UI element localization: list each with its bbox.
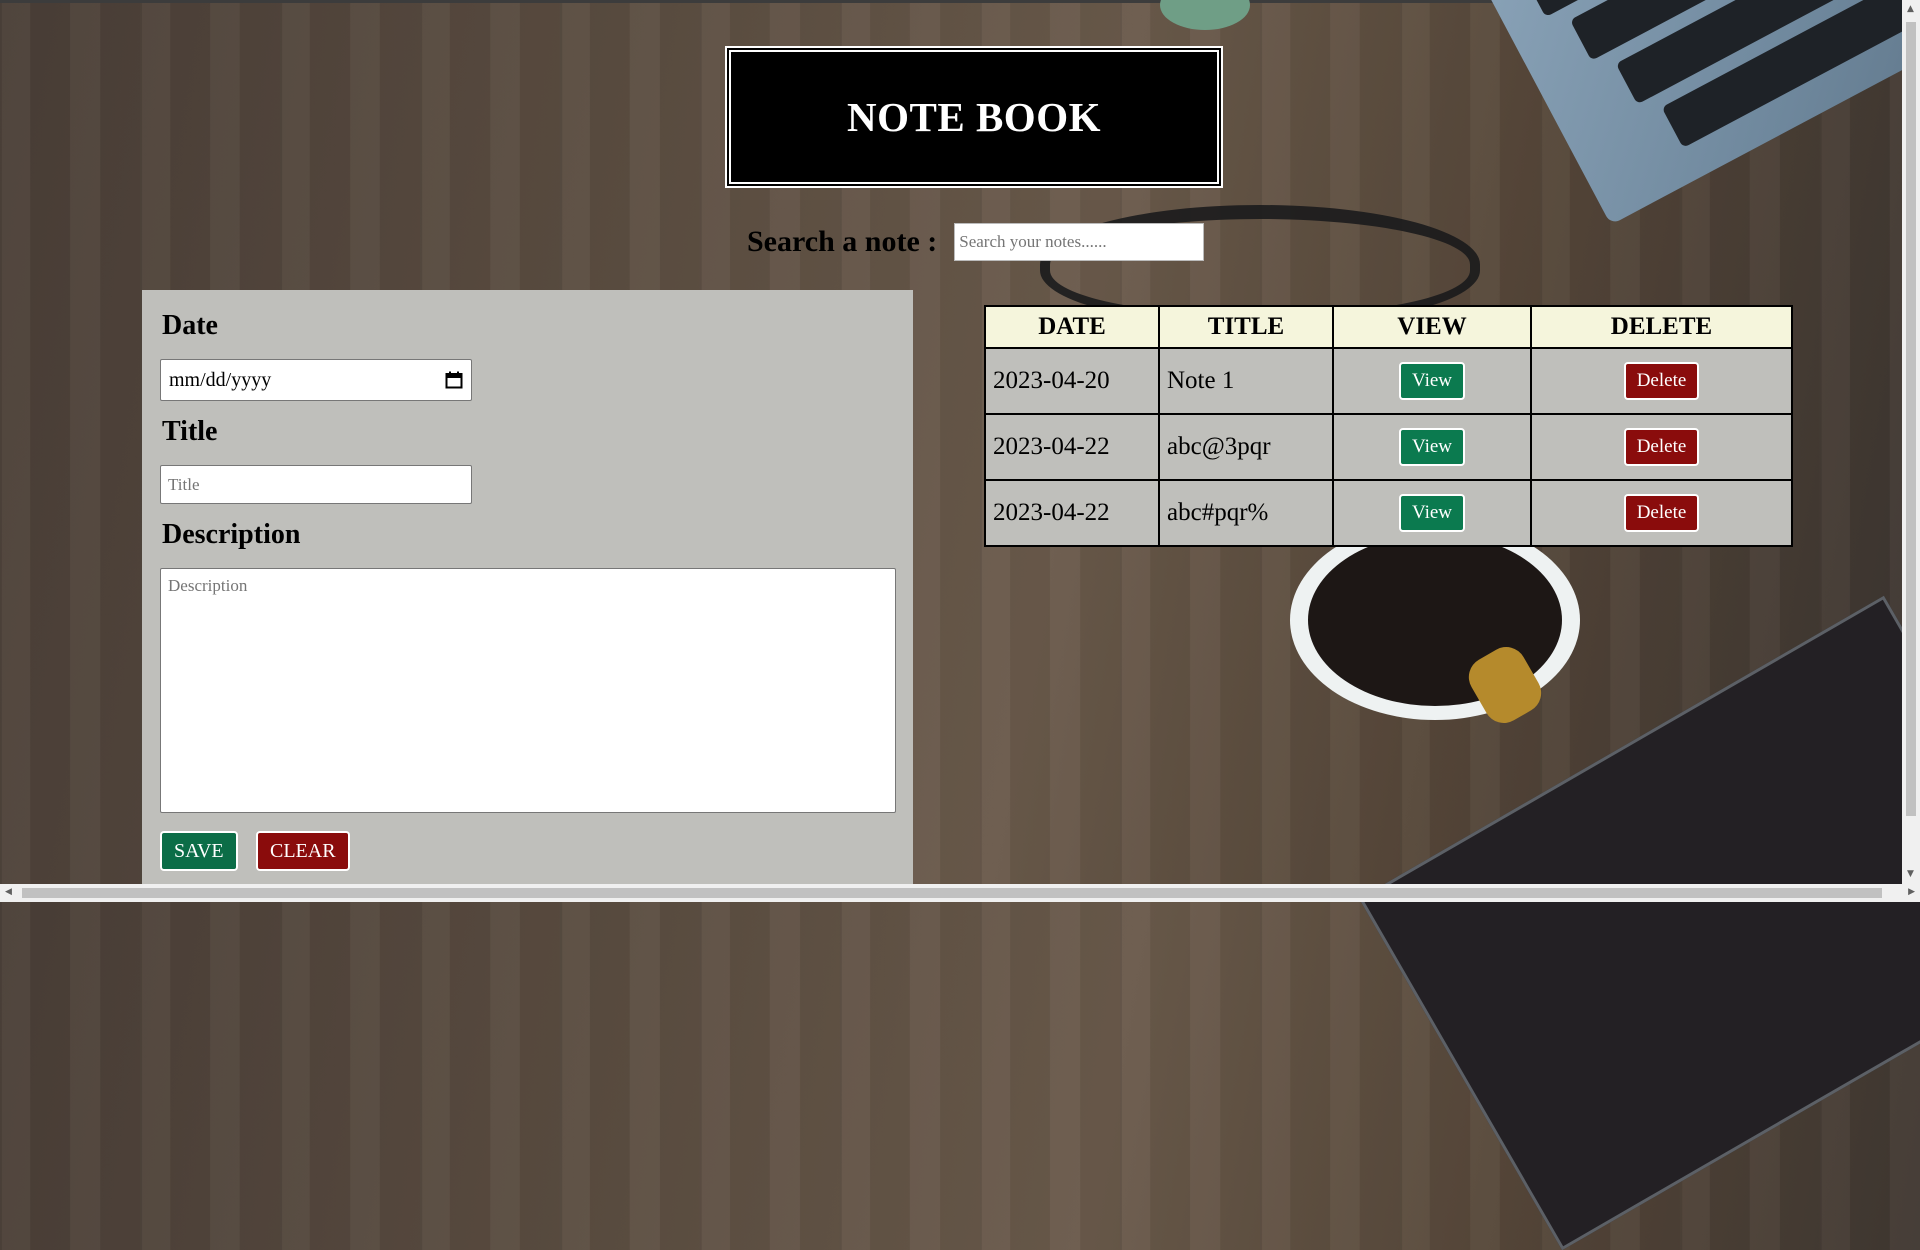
view-button[interactable]: View [1398, 428, 1465, 466]
notes-table: DATE TITLE VIEW DELETE 2023-04-20 Note 1… [984, 305, 1793, 547]
table-row: 2023-04-22 abc@3pqr View Delete [984, 413, 1793, 481]
column-header-view: VIEW [1332, 305, 1532, 349]
column-header-delete: DELETE [1530, 305, 1793, 349]
table-header-row: DATE TITLE VIEW DELETE [984, 305, 1793, 349]
column-header-title: TITLE [1158, 305, 1334, 349]
note-date: 2023-04-22 [984, 479, 1160, 547]
view-button[interactable]: View [1398, 494, 1465, 532]
search-label: Search a note : [747, 225, 938, 258]
search-bar: Search a note : [747, 223, 1205, 261]
delete-button[interactable]: Delete [1623, 362, 1700, 400]
table-row: 2023-04-22 abc#pqr% View Delete [984, 479, 1793, 547]
plant-decoration [1160, 0, 1250, 30]
search-input[interactable] [954, 223, 1205, 261]
save-button[interactable]: SAVE [160, 831, 238, 871]
delete-cell: Delete [1530, 479, 1793, 547]
note-title: abc#pqr% [1158, 479, 1334, 547]
clear-button[interactable]: CLEAR [256, 831, 350, 871]
view-button[interactable]: View [1398, 362, 1465, 400]
note-date: 2023-04-20 [984, 347, 1160, 415]
view-cell: View [1332, 347, 1532, 415]
scroll-right-icon[interactable]: ▶ [1908, 888, 1915, 897]
note-title: Note 1 [1158, 347, 1334, 415]
delete-button[interactable]: Delete [1623, 494, 1700, 532]
horizontal-scroll-thumb[interactable] [22, 888, 1882, 898]
column-header-date: DATE [984, 305, 1160, 349]
date-label: Date [162, 310, 218, 341]
vertical-scroll-thumb[interactable] [1906, 22, 1916, 816]
scroll-down-icon[interactable]: ▼ [1907, 870, 1914, 879]
page-title: NOTE BOOK [847, 94, 1101, 140]
note-form-panel: Date mm/dd/yyyy Title Description SAVE C… [142, 290, 913, 902]
date-input[interactable]: mm/dd/yyyy [160, 359, 472, 401]
calendar-icon[interactable] [445, 371, 463, 389]
note-date: 2023-04-22 [984, 413, 1160, 481]
title-label: Title [162, 416, 218, 447]
title-input[interactable] [160, 465, 472, 504]
vertical-scrollbar[interactable]: ▲ ▼ [1902, 0, 1920, 884]
delete-cell: Delete [1530, 413, 1793, 481]
description-input[interactable] [160, 568, 896, 813]
description-label: Description [162, 519, 301, 550]
table-row: 2023-04-20 Note 1 View Delete [984, 347, 1793, 415]
delete-cell: Delete [1530, 347, 1793, 415]
scroll-left-icon[interactable]: ◀ [5, 888, 12, 897]
page-title-box: NOTE BOOK [725, 46, 1223, 188]
delete-button[interactable]: Delete [1623, 428, 1700, 466]
note-title: abc@3pqr [1158, 413, 1334, 481]
horizontal-scrollbar[interactable]: ◀ ▶ [0, 884, 1920, 902]
date-input-placeholder: mm/dd/yyyy [169, 368, 272, 391]
laptop-decoration [1470, 0, 1920, 225]
view-cell: View [1332, 479, 1532, 547]
view-cell: View [1332, 413, 1532, 481]
scroll-up-icon[interactable]: ▲ [1907, 5, 1914, 14]
